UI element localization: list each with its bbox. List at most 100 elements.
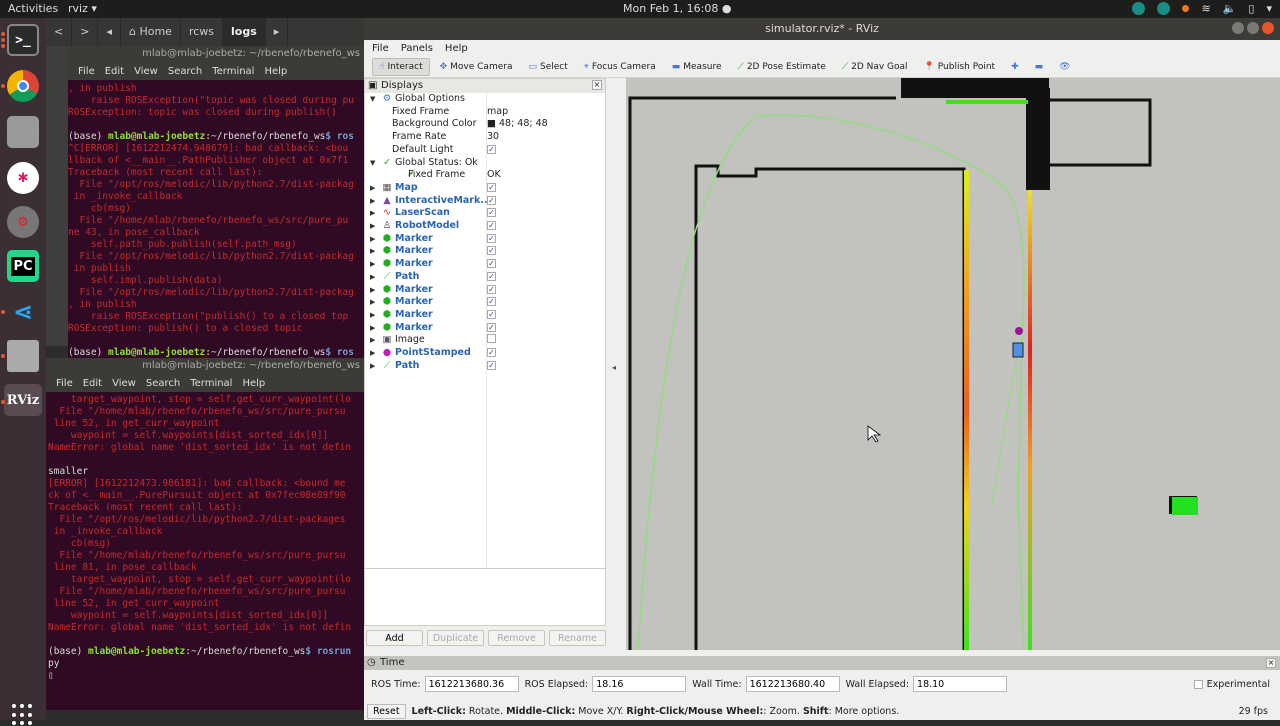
menu-help[interactable]: Help: [242, 378, 265, 389]
display-row[interactable]: ▶ ⬢ Marker ✓: [365, 322, 605, 335]
display-enabled-checkbox[interactable]: ✓: [487, 284, 496, 297]
display-enabled-checkbox[interactable]: ✓: [487, 347, 496, 360]
expand-arrow-icon[interactable]: ▶: [370, 322, 375, 335]
display-value[interactable]: map: [487, 106, 508, 119]
system-tray[interactable]: ≋ 🔈 ▯ ▾: [1132, 2, 1272, 15]
clock[interactable]: Mon Feb 1, 16:08 ●: [623, 2, 731, 15]
chevron-down-icon[interactable]: ▾: [1266, 2, 1272, 15]
expand-arrow-icon[interactable]: ▶: [370, 245, 375, 258]
battery-icon[interactable]: ▯: [1248, 2, 1254, 15]
checkbox[interactable]: ✓: [487, 284, 496, 294]
display-enabled-checkbox[interactable]: ✓: [487, 207, 496, 220]
show-applications-icon[interactable]: [12, 704, 34, 726]
breadcrumb-rcws[interactable]: rcws: [181, 18, 223, 46]
menu-file[interactable]: File: [78, 66, 95, 77]
display-row[interactable]: ✓ Fixed Frame OK: [365, 169, 605, 182]
expand-arrow-icon[interactable]: ▶: [370, 207, 375, 220]
tool-view-option-9[interactable]: ▬: [1029, 59, 1050, 75]
expand-arrow-icon[interactable]: ▼: [370, 93, 375, 106]
display-enabled-checkbox[interactable]: ✓: [487, 309, 496, 322]
slack-icon[interactable]: ✱: [7, 162, 39, 194]
menu-edit[interactable]: Edit: [105, 66, 124, 77]
display-row[interactable]: ▼ ✓ Global Status: Ok: [365, 157, 605, 170]
minimize-icon[interactable]: [1232, 22, 1244, 34]
tool-measure[interactable]: ▬ Measure: [666, 59, 728, 75]
menu-search[interactable]: Search: [168, 66, 202, 77]
menu-help[interactable]: Help: [264, 66, 287, 77]
expand-arrow-icon[interactable]: ▶: [370, 360, 375, 373]
display-row[interactable]: ▶ ⟋ Path ✓: [365, 271, 605, 284]
display-row[interactable]: ▶ ⬢ Marker ✓: [365, 284, 605, 297]
expand-arrow-icon[interactable]: ▶: [370, 195, 375, 208]
terminal-icon[interactable]: >_: [7, 24, 39, 56]
tool-2d-nav-goal[interactable]: ⟋ 2D Nav Goal: [836, 59, 914, 75]
tool-publish-point[interactable]: 📍 Publish Point: [918, 59, 1002, 75]
checkbox[interactable]: ✓: [487, 195, 496, 205]
display-row[interactable]: ▶ ▲ InteractiveMark... ✓: [365, 195, 605, 208]
tool-view-option-8[interactable]: ✚: [1005, 59, 1025, 75]
display-enabled-checkbox[interactable]: ✓: [487, 195, 496, 208]
indicator-icon[interactable]: [1132, 2, 1146, 15]
display-row[interactable]: ▶ ♙ RobotModel ✓: [365, 220, 605, 233]
display-row[interactable]: ▶ ▣ Image: [365, 334, 605, 347]
close-icon[interactable]: ×: [1266, 658, 1276, 668]
checkbox[interactable]: ✓: [487, 348, 496, 357]
add-button[interactable]: Add: [366, 630, 423, 646]
maximize-icon[interactable]: [1247, 22, 1259, 34]
display-enabled-checkbox[interactable]: ✓: [487, 220, 496, 233]
rename-button[interactable]: Rename: [549, 630, 606, 646]
menu-view[interactable]: View: [112, 378, 136, 389]
expand-arrow-icon[interactable]: ▶: [370, 233, 375, 246]
remove-button[interactable]: Remove: [488, 630, 545, 646]
path-right-button[interactable]: ▸: [266, 18, 289, 46]
display-row[interactable]: ▶ ▦ Map ✓: [365, 182, 605, 195]
terminal2-output[interactable]: target_waypoint, stop = self.get_curr_wa…: [46, 392, 364, 710]
display-row[interactable]: ▶ ⬢ Marker ✓: [365, 309, 605, 322]
checkbox[interactable]: [487, 334, 496, 344]
back-button[interactable]: <: [46, 18, 73, 46]
app-menu[interactable]: rviz ▾: [68, 2, 97, 15]
disks-icon[interactable]: [7, 340, 39, 372]
indicator-icon[interactable]: [1157, 2, 1171, 15]
tool-view-option-10[interactable]: 👁: [1053, 59, 1076, 75]
duplicate-button[interactable]: Duplicate: [427, 630, 484, 646]
display-row[interactable]: ▶ ⬢ Marker ✓: [365, 233, 605, 246]
checkbox[interactable]: ✓: [487, 360, 496, 370]
experimental-checkbox[interactable]: Experimental: [1193, 679, 1270, 690]
files-icon[interactable]: [7, 116, 39, 148]
activities-button[interactable]: Activities: [8, 2, 58, 15]
expand-arrow-icon[interactable]: ▶: [370, 309, 375, 322]
menu-edit[interactable]: Edit: [83, 378, 102, 389]
display-row[interactable]: ▶ ● PointStamped ✓: [365, 347, 605, 360]
expand-arrow-icon[interactable]: ▶: [370, 284, 375, 297]
tool-interact[interactable]: ☝ Interact: [372, 57, 430, 76]
checkbox[interactable]: ✓: [487, 297, 496, 307]
menu-view[interactable]: View: [134, 66, 158, 77]
display-value[interactable]: 30: [487, 131, 499, 144]
checkbox[interactable]: ✓: [487, 309, 496, 319]
reset-button[interactable]: Reset: [367, 703, 406, 719]
tool-select[interactable]: ▭ Select: [522, 59, 573, 75]
checkbox[interactable]: ✓: [487, 144, 496, 154]
3d-view[interactable]: [626, 78, 1280, 651]
expand-arrow-icon[interactable]: ▶: [370, 296, 375, 309]
display-row[interactable]: ▶ ⬢ Marker ✓: [365, 296, 605, 309]
display-row[interactable]: ▼ ⚙ Global Options: [365, 93, 605, 106]
checkbox[interactable]: ✓: [487, 208, 496, 218]
vscode-icon[interactable]: ⋖: [7, 296, 39, 328]
ros-elapsed-field[interactable]: [592, 676, 687, 692]
display-enabled-checkbox[interactable]: ✓: [487, 322, 496, 335]
display-row[interactable]: Default Light ✓: [365, 144, 605, 157]
wall-elapsed-field[interactable]: [913, 676, 1008, 692]
menu-terminal[interactable]: Terminal: [190, 378, 232, 389]
display-enabled-checkbox[interactable]: ✓: [487, 182, 496, 195]
breadcrumb-home[interactable]: ⌂ Home: [121, 18, 181, 46]
expand-arrow-icon[interactable]: ▼: [370, 157, 375, 170]
display-enabled-checkbox[interactable]: [487, 334, 496, 348]
volume-muted-icon[interactable]: 🔈: [1223, 2, 1237, 15]
checkbox[interactable]: ✓: [487, 246, 496, 256]
display-row[interactable]: Fixed Frame map: [365, 106, 605, 119]
wifi-icon[interactable]: ≋: [1201, 2, 1210, 15]
expand-arrow-icon[interactable]: ▶: [370, 258, 375, 271]
display-enabled-checkbox[interactable]: ✓: [487, 233, 496, 246]
